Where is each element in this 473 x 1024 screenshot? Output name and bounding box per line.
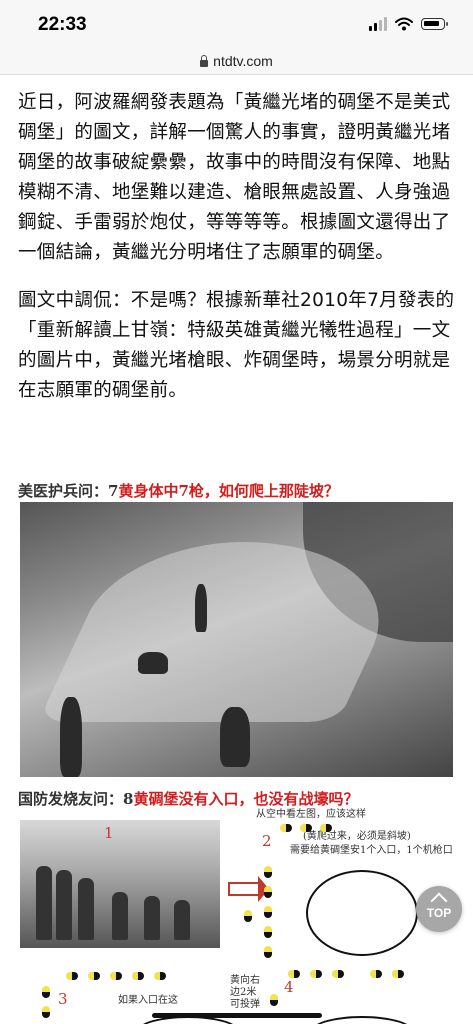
photo-soldier xyxy=(174,900,190,940)
soldier-marker xyxy=(264,946,272,958)
diagram-marker-3: 3 xyxy=(58,990,68,1008)
soldier-marker xyxy=(370,970,382,978)
article-body: 近日，阿波羅網發表題為「黃繼光堵的碉堡不是美式碉堡」的圖文，詳解一個驚人的事實，… xyxy=(18,88,458,424)
soldier-marker xyxy=(66,972,78,980)
soldier-marker xyxy=(264,926,272,938)
diagram-marker-4: 4 xyxy=(284,978,294,996)
status-icons xyxy=(369,17,448,31)
soldier-marker xyxy=(264,866,272,878)
soldier-marker xyxy=(88,972,100,980)
caption-2-question: 黄碉堡没有入口，也没有战壕吗？ xyxy=(133,790,359,808)
soldier-marker xyxy=(392,970,404,978)
arrow-icon xyxy=(228,876,269,902)
address-bar[interactable]: ntdtv.com xyxy=(0,48,473,75)
photo-soldier xyxy=(112,892,128,940)
photo-tree-stump xyxy=(220,707,250,767)
diagram-note-entrance: 需要给黄碉堡安1个入口，1个机枪口 xyxy=(290,845,453,856)
diagram-note-right-3: 可投弹 xyxy=(230,999,260,1010)
status-bar: 22:33 xyxy=(0,0,473,48)
soldier-marker xyxy=(320,824,332,832)
photo-soldier xyxy=(36,866,52,940)
photo-soldier xyxy=(56,870,72,940)
url-text[interactable]: ntdtv.com xyxy=(213,53,273,69)
soldier-marker xyxy=(280,824,292,832)
soldier-marker xyxy=(42,1006,50,1018)
soldier-marker xyxy=(310,970,322,978)
diagram-marker-1: 1 xyxy=(104,824,114,842)
caption-1-prefix: 美医护兵问：7 xyxy=(18,482,119,500)
article-image: 美医护兵问：7黄身体中7枪，如何爬上那陡坡？ 国防发烧友问：8黄碉堡没有入口，也… xyxy=(18,478,455,1024)
soldier-marker xyxy=(264,906,272,918)
caption-1: 美医护兵问：7黄身体中7枪，如何爬上那陡坡？ xyxy=(18,480,339,501)
soldier-marker xyxy=(288,970,300,978)
caption-1-question: 黄身体中7枪，如何爬上那陡坡？ xyxy=(118,482,339,500)
caption-2: 国防发烧友问：8黄碉堡没有入口，也没有战壕吗？ xyxy=(18,788,358,809)
photo-tree-stump xyxy=(60,697,82,777)
back-to-top-button[interactable]: TOP xyxy=(416,886,462,932)
status-time: 22:33 xyxy=(38,14,87,35)
article-paragraph-1: 近日，阿波羅網發表題為「黃繼光堵的碉堡不是美式碉堡」的圖文，詳解一個驚人的事實，… xyxy=(18,92,451,263)
article-paragraph-2: 圖文中調侃：不是嗎？根據新華社2010年7月發表的「重新解讀上甘嶺：特級英雄黃繼… xyxy=(18,290,455,401)
battlefield-photo xyxy=(20,502,453,777)
diagram-note-slope: (黄爬过来，必须是斜坡) xyxy=(303,831,411,842)
caption-2-prefix: 国防发烧友问：8 xyxy=(18,790,134,808)
photo-soldier xyxy=(138,652,168,674)
diagram-note-entrance-here: 如果入口在这 xyxy=(118,995,178,1006)
soldiers-photo xyxy=(20,820,220,948)
soldier-marker xyxy=(132,972,144,980)
soldier-marker xyxy=(110,972,122,980)
diagram-note-top: 从空中看左图，应该这样 xyxy=(256,809,366,820)
battery-icon xyxy=(421,18,448,30)
signal-icon xyxy=(369,17,387,31)
photo-soldier xyxy=(195,584,207,632)
photo-soldier xyxy=(78,878,94,940)
wifi-icon xyxy=(395,17,413,31)
soldier-marker xyxy=(154,972,166,980)
soldier-marker xyxy=(264,886,272,898)
soldier-marker xyxy=(332,970,344,978)
lock-icon xyxy=(200,54,209,67)
soldier-marker xyxy=(244,910,252,922)
photo-soldier xyxy=(144,896,160,940)
diagram-marker-2: 2 xyxy=(262,832,272,850)
bunker-diagram xyxy=(306,870,418,956)
bunker-diagram xyxy=(310,1016,414,1024)
soldier-marker xyxy=(270,994,278,1006)
soldier-marker xyxy=(300,824,312,832)
soldier-marker xyxy=(42,986,50,998)
home-indicator[interactable] xyxy=(152,1013,322,1018)
